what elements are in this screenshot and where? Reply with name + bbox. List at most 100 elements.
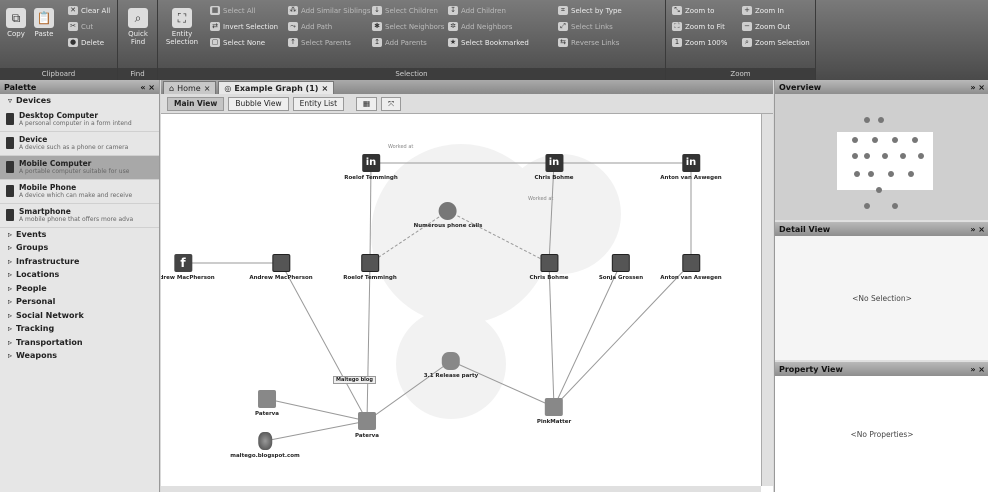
graph-node[interactable]: Andrew MacPherson xyxy=(249,254,313,281)
minimap-node xyxy=(864,153,870,159)
collapsed-icon: ▹ xyxy=(8,351,13,361)
graph-link[interactable] xyxy=(280,262,368,422)
main-view-button[interactable]: Main View xyxy=(167,96,225,111)
invert-selection-button[interactable]: ⇄ Invert Selection xyxy=(210,22,278,31)
device-icon xyxy=(6,209,14,221)
palette-category[interactable]: ▹ Social Network xyxy=(0,309,159,323)
graph-node[interactable]: Anton van Aswegen xyxy=(660,254,722,281)
palette-category[interactable]: ▹ Weapons xyxy=(0,349,159,363)
reverse-icon: ⇆ xyxy=(558,38,568,47)
close-icon[interactable]: × xyxy=(204,84,211,93)
palette-entity[interactable]: Desktop Computer A personal computer in a… xyxy=(0,108,159,132)
palette-category[interactable]: ▹ Events xyxy=(0,228,159,242)
arrange-icon[interactable]: ⤧ xyxy=(381,96,402,111)
graph-node[interactable]: PinkMatter xyxy=(537,398,571,425)
tab-example-graph[interactable]: ◎ Example Graph (1) × xyxy=(218,81,335,94)
graph-node[interactable]: in Anton van Aswegen xyxy=(660,154,722,181)
palette-close-icon[interactable]: « × xyxy=(140,83,155,92)
graph-node[interactable]: maltego.blogspot.com xyxy=(230,432,300,459)
palette-entity[interactable]: Device A device such as a phone or camera xyxy=(0,132,159,156)
panel-close-icon[interactable]: » × xyxy=(970,83,985,92)
cut-button[interactable]: ✂ Cut xyxy=(68,22,93,31)
horizontal-scrollbar[interactable] xyxy=(161,486,761,492)
overview-minimap[interactable] xyxy=(775,94,988,220)
paste-button[interactable]: 📋 Paste xyxy=(34,8,54,38)
graph-node[interactable]: Numerous phone calls xyxy=(414,202,482,229)
select-by-type-button[interactable]: ⌗ Select by Type xyxy=(558,6,622,15)
minimap-node xyxy=(876,187,882,193)
graph-canvas[interactable]: in Roelof Temmingh in Chris Bohme in Anton va… xyxy=(161,114,761,486)
add-path-button[interactable]: ⤳ Add Path xyxy=(288,22,332,31)
category-devices[interactable]: ▿ Devices xyxy=(0,94,159,108)
palette-category[interactable]: ▹ Locations xyxy=(0,268,159,282)
graph-node[interactable]: in Roelof Temmingh xyxy=(344,154,398,181)
graph-node[interactable]: f Andrew MacPherson xyxy=(161,254,215,281)
node-label: 3.1 Release party xyxy=(423,373,479,379)
entity-list-button[interactable]: Entity List xyxy=(292,96,345,111)
delete-button[interactable]: ● Delete xyxy=(68,38,104,47)
graph-link[interactable] xyxy=(266,398,368,422)
add-similar-siblings-button[interactable]: ⁂ Add Similar Siblings xyxy=(288,6,371,15)
palette-category[interactable]: ▹ Infrastructure xyxy=(0,255,159,269)
vertical-scrollbar[interactable] xyxy=(761,114,773,486)
palette-entity[interactable]: Smartphone A mobile phone that offers mor… xyxy=(0,204,159,228)
select-links-button[interactable]: ⤢ Select Links xyxy=(558,22,613,31)
graph-node[interactable]: Paterva xyxy=(255,390,279,417)
zoom-in-button[interactable]: + Zoom In xyxy=(742,6,784,15)
palette-category[interactable]: ▹ People xyxy=(0,282,159,296)
graph-node[interactable]: Roelof Temmingh xyxy=(343,254,397,281)
zoom-selection-button[interactable]: ⌕ Zoom Selection xyxy=(742,38,810,47)
select-all-button[interactable]: ▦ Select All xyxy=(210,6,256,15)
palette-category[interactable]: ▹ Tracking xyxy=(0,322,159,336)
zoom-out-button[interactable]: − Zoom Out xyxy=(742,22,790,31)
minimap-node xyxy=(900,153,906,159)
graph-node[interactable]: Paterva xyxy=(355,412,379,439)
graph-link[interactable] xyxy=(366,262,371,422)
select-parents-button[interactable]: ↑ Select Parents xyxy=(288,38,351,47)
palette-category[interactable]: ▹ Transportation xyxy=(0,336,159,350)
graph-link[interactable] xyxy=(553,262,622,408)
ribbon-toolbar: ⧉ Copy 📋 Paste ✕ Clear All ✂ Cut ● Delete Cli… xyxy=(0,0,988,80)
palette-entity[interactable]: Mobile Phone A device which can make and … xyxy=(0,180,159,204)
star-icon: ★ xyxy=(448,38,458,47)
add-neighbors-button[interactable]: ✲ Add Neighbors xyxy=(448,22,512,31)
palette-category[interactable]: ▹ Personal xyxy=(0,295,159,309)
add-children-button[interactable]: ↧ Add Children xyxy=(448,6,506,15)
graph-node[interactable]: Sonja Grossen xyxy=(599,254,643,281)
panel-close-icon[interactable]: » × xyxy=(970,225,985,234)
reverse-links-button[interactable]: ⇆ Reverse Links xyxy=(558,38,619,47)
zoom-100-button[interactable]: 1 Zoom 100% xyxy=(672,38,727,47)
panel-close-icon[interactable]: » × xyxy=(970,365,985,374)
bubble-view-button[interactable]: Bubble View xyxy=(228,96,289,111)
entity-icon xyxy=(358,412,376,430)
entity-icon xyxy=(438,202,457,220)
graph-link[interactable] xyxy=(548,262,555,408)
layout-icon[interactable]: ▦ xyxy=(356,96,378,111)
close-icon[interactable]: × xyxy=(321,84,328,93)
select-neighbors-button[interactable]: ✱ Select Neighbors xyxy=(372,22,444,31)
palette-entity[interactable]: Mobile Computer A portable computer suita… xyxy=(0,155,159,180)
add-parents-button[interactable]: ↥ Add Parents xyxy=(372,38,427,47)
binoculars-icon: ⌕ xyxy=(128,8,148,28)
select-children-button[interactable]: ↓ Select Children xyxy=(372,6,438,15)
graph-node[interactable]: in Chris Bohme xyxy=(534,154,574,181)
copy-button[interactable]: ⧉ Copy xyxy=(6,8,26,38)
clear-all-button[interactable]: ✕ Clear All xyxy=(68,6,110,15)
entity-selection-button[interactable]: ⛶ Entity Selection xyxy=(162,8,202,46)
node-label: Roelof Temmingh xyxy=(344,175,398,181)
graph-node[interactable]: Chris Bohme xyxy=(529,254,569,281)
entity-name: Mobile Computer xyxy=(19,159,92,168)
zoom-to-button[interactable]: ⤡ Zoom to xyxy=(672,6,714,15)
minimap-viewport[interactable] xyxy=(837,132,933,190)
tab-home[interactable]: ⌂ Home × xyxy=(163,81,217,94)
zoom-out-icon: − xyxy=(742,22,752,31)
palette-category[interactable]: ▹ Groups xyxy=(0,241,159,255)
category-list: ▹ Events ▹ Groups ▹ Infrastructure ▹ Locations ▹… xyxy=(0,228,159,363)
select-none-button[interactable]: ▢ Select None xyxy=(210,38,265,47)
quick-find-button[interactable]: ⌕ Quick Find xyxy=(124,8,152,46)
zoom-to-fit-button[interactable]: ⛶ Zoom to Fit xyxy=(672,22,725,31)
overview-panel: Overview» × xyxy=(775,80,988,220)
graph-link[interactable] xyxy=(553,262,692,408)
select-bookmarked-button[interactable]: ★ Select Bookmarked xyxy=(448,38,529,47)
graph-node[interactable]: 3.1 Release party xyxy=(424,352,478,379)
